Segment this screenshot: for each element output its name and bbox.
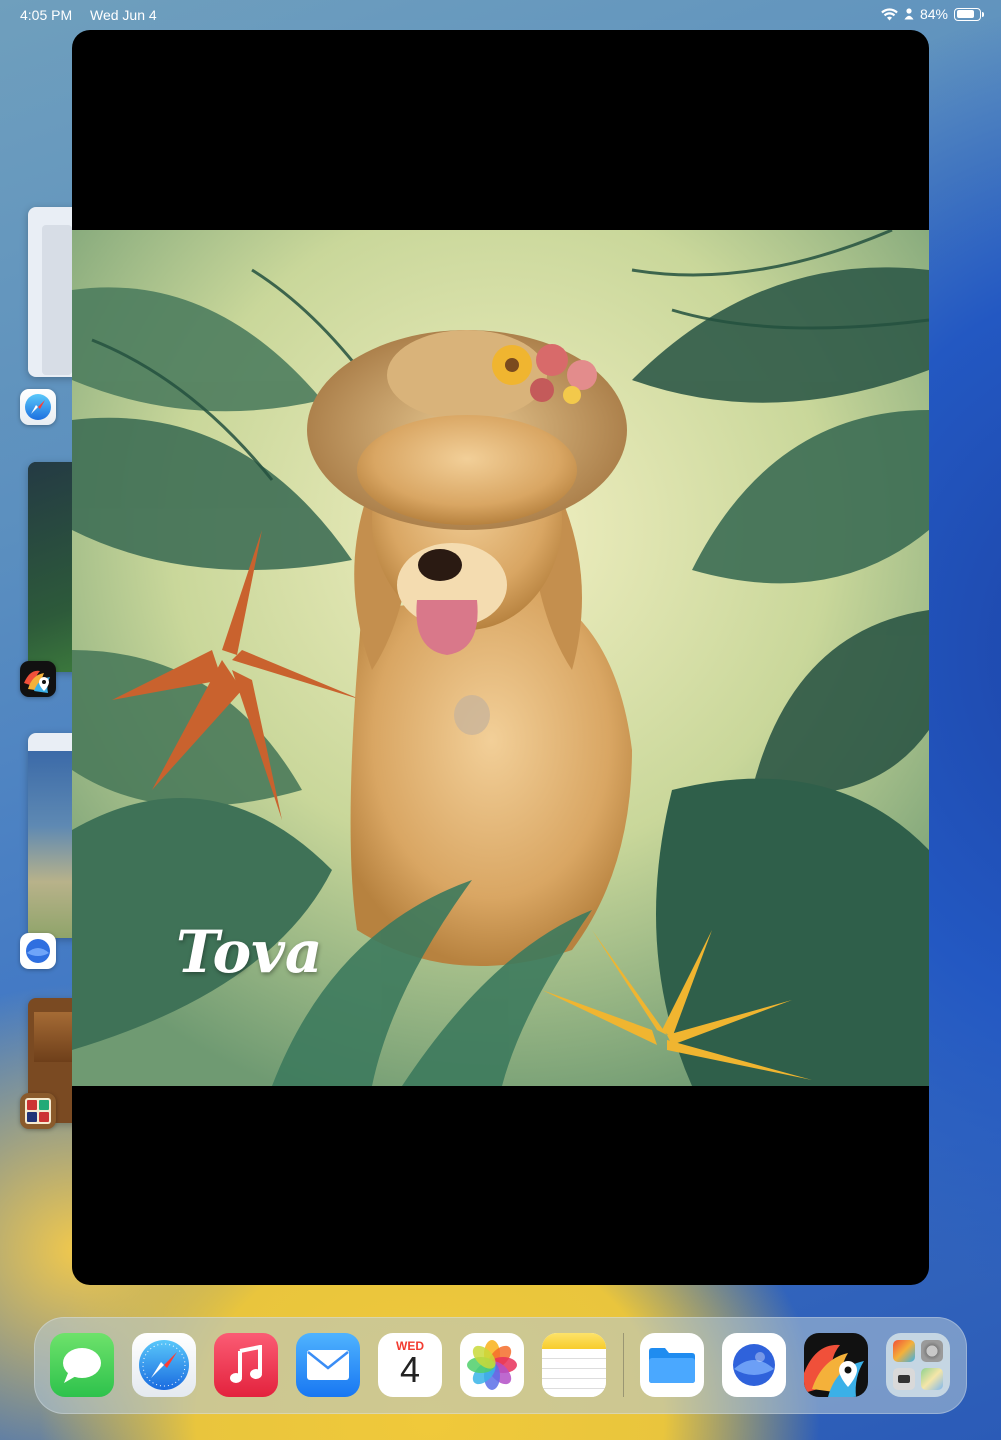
photo-viewer-window[interactable]: Tova [72, 30, 929, 1285]
mahjong-tile-icon [25, 1098, 51, 1124]
speech-bubble-icon [63, 1348, 101, 1383]
status-right: 84% [881, 6, 984, 22]
dock-notes[interactable] [542, 1333, 606, 1397]
dock-earth[interactable] [722, 1333, 786, 1397]
dock-mail[interactable] [296, 1333, 360, 1397]
stack-card-preview [42, 225, 72, 375]
status-time: 4:05 PM [20, 7, 73, 23]
person-icon [904, 8, 914, 20]
dock: WED 4 [34, 1317, 967, 1414]
stack-safari-icon[interactable] [20, 389, 56, 425]
dock-separator [623, 1333, 624, 1397]
status-bar: 4:05 PM Wed Jun 4 84% [0, 0, 1001, 30]
envelope-icon [307, 1350, 349, 1380]
calendar-date: 4 [399, 1349, 421, 1390]
stack-mahjong-icon[interactable] [20, 1093, 56, 1129]
stack-earth-icon[interactable] [20, 933, 56, 969]
notes-header-strip [542, 1333, 606, 1349]
notes-lines [542, 1349, 606, 1397]
library-settings-icon [921, 1340, 943, 1362]
dock-photos[interactable] [460, 1333, 524, 1397]
dock-music[interactable] [214, 1333, 278, 1397]
status-date: Wed Jun 4 [90, 7, 157, 23]
dock-messages[interactable] [50, 1333, 114, 1397]
dock-safari[interactable] [132, 1333, 196, 1397]
photos-flower-icon [467, 1340, 517, 1390]
wifi-icon [881, 7, 898, 20]
globe-app-icon [733, 1344, 775, 1386]
library-apple-maps-icon [921, 1368, 943, 1390]
compass-icon [139, 1340, 189, 1390]
compass-icon [25, 394, 51, 420]
battery-icon [954, 7, 984, 21]
dog-name-text: Tova [176, 918, 323, 986]
music-note-icon [230, 1345, 262, 1383]
map-pin-app-icon [24, 670, 50, 693]
library-maps-icon [893, 1340, 915, 1362]
dock-files[interactable] [640, 1333, 704, 1397]
battery-fill [956, 10, 975, 18]
globe-app-icon [26, 939, 50, 963]
dock-calendar[interactable]: WED 4 [378, 1333, 442, 1397]
dock-app-library[interactable] [886, 1333, 950, 1397]
stack-maps-icon[interactable] [20, 661, 56, 697]
dock-maps-app[interactable] [804, 1333, 868, 1397]
dog-portrait-image: Tova [72, 230, 929, 1086]
library-camera-icon [893, 1368, 915, 1390]
battery-percent: 84% [919, 6, 948, 22]
folder-icon [649, 1348, 695, 1383]
map-pin-app-icon [804, 1344, 864, 1397]
app-library-grid [893, 1340, 943, 1390]
